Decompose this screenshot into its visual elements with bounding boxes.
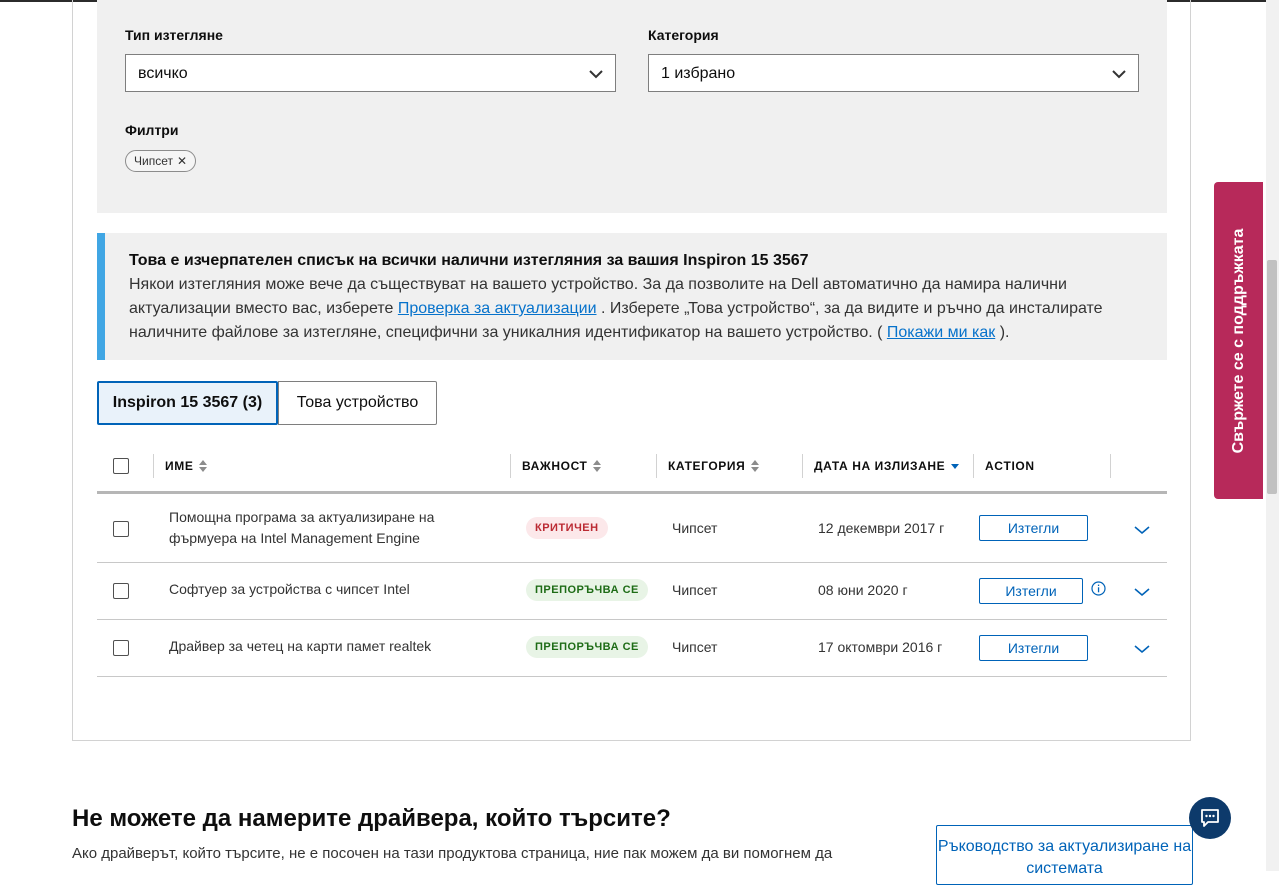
row-name: Драйвер за четец на карти памет realtek: [169, 638, 432, 654]
chevron-down-icon[interactable]: [1134, 525, 1150, 535]
chevron-down-icon[interactable]: [1134, 587, 1150, 597]
chevron-down-icon: [589, 70, 603, 79]
column-divider: [510, 454, 511, 478]
row-name: Софтуер за устройства с чипсет Intel: [169, 581, 410, 597]
sort-icon: [593, 459, 602, 472]
close-icon[interactable]: ✕: [177, 154, 187, 168]
column-divider: [802, 454, 803, 478]
row-date: 17 октомври 2016 г: [818, 639, 943, 655]
filter-panel: [97, 0, 1167, 213]
check-updates-link[interactable]: Проверка за актуализации: [398, 300, 597, 317]
download-button[interactable]: Изтегли: [979, 578, 1083, 604]
row-checkbox[interactable]: [113, 640, 129, 656]
column-header-category[interactable]: КАТЕГОРИЯ: [668, 459, 760, 473]
select-all-checkbox[interactable]: [113, 458, 129, 474]
importance-badge: ПРЕПОРЪЧВА СЕ: [526, 636, 648, 658]
chevron-down-icon[interactable]: [1134, 644, 1150, 654]
importance-badge: ПРЕПОРЪЧВА СЕ: [526, 579, 648, 601]
row-category: Чипсет: [672, 582, 718, 598]
chat-icon: [1201, 809, 1219, 827]
row-checkbox[interactable]: [113, 583, 129, 599]
column-divider: [656, 454, 657, 478]
filters-label: Филтри: [125, 122, 179, 138]
column-header-importance[interactable]: ВАЖНОСТ: [522, 459, 602, 473]
info-title: Това е изчерпателен списък на всички нал…: [129, 252, 809, 269]
row-category: Чипсет: [672, 520, 718, 536]
info-text-part3: ).: [995, 324, 1010, 341]
tab-this-device[interactable]: Това устройство: [278, 381, 437, 425]
row-category: Чипсет: [672, 639, 718, 655]
column-header-action: ACTION: [985, 459, 1035, 473]
cant-find-driver-text: Ако драйверът, който търсите, не е посоч…: [72, 845, 833, 862]
chat-button[interactable]: [1189, 797, 1231, 839]
column-header-release-date[interactable]: ДАТА НА ИЗЛИЗАНЕ: [814, 459, 960, 473]
column-header-importance-label: ВАЖНОСТ: [522, 459, 588, 473]
chevron-down-icon: [1112, 70, 1126, 79]
download-type-label: Тип изтегляне: [125, 27, 223, 43]
system-update-guide-button[interactable]: Ръководство за актуализиране на системат…: [936, 825, 1193, 885]
cant-find-driver-heading: Не можете да намерите драйвера, който тъ…: [72, 805, 671, 832]
show-me-how-link[interactable]: Покажи ми как: [887, 324, 995, 341]
column-divider: [1110, 454, 1111, 478]
info-banner: Това е изчерпателен списък на всички нал…: [97, 233, 1167, 360]
info-text: Някои изтегляния може вече да съществува…: [129, 273, 1143, 345]
category-label: Категория: [648, 27, 719, 43]
contact-support-label: Свържете се с поддръжката: [1229, 228, 1247, 453]
sort-icon: [751, 459, 760, 472]
info-icon[interactable]: [1091, 581, 1106, 596]
column-header-category-label: КАТЕГОРИЯ: [668, 459, 746, 473]
table-row: Драйвер за четец на карти памет realtek …: [97, 620, 1167, 677]
download-type-select[interactable]: всичко: [125, 54, 616, 92]
table-row: Софтуер за устройства с чипсет Intel ПРЕ…: [97, 563, 1167, 620]
row-date: 08 юни 2020 г: [818, 582, 908, 598]
column-header-name[interactable]: ИМЕ: [165, 459, 208, 473]
download-button[interactable]: Изтегли: [979, 635, 1088, 661]
category-select[interactable]: 1 избрано: [648, 54, 1139, 92]
row-date: 12 декември 2017 г: [818, 520, 945, 536]
filter-chip-label: Чипсет: [134, 154, 173, 168]
category-value: 1 избрано: [661, 65, 736, 82]
sort-icon: [199, 459, 208, 472]
table-header: ИМЕ ВАЖНОСТ КАТЕГОРИЯ ДАТА НА ИЗЛИЗАНЕ A…: [97, 444, 1167, 494]
row-name: Помощна програма за актуализиране на фър…: [169, 509, 435, 546]
column-header-release-date-label: ДАТА НА ИЗЛИЗАНЕ: [814, 459, 946, 473]
scrollbar-thumb[interactable]: [1267, 260, 1277, 494]
row-checkbox[interactable]: [113, 521, 129, 537]
contact-support-tab[interactable]: Свържете се с поддръжката: [1214, 182, 1263, 499]
filter-chip-chipset[interactable]: Чипсет ✕: [125, 150, 197, 172]
column-divider: [153, 454, 154, 478]
table-row: Помощна програма за актуализиране на фър…: [97, 494, 1167, 563]
column-divider: [973, 454, 974, 478]
download-type-value: всичко: [138, 65, 188, 82]
download-button[interactable]: Изтегли: [979, 515, 1088, 541]
sort-descending-icon: [951, 463, 960, 469]
importance-badge: КРИТИЧЕН: [526, 517, 608, 539]
tab-product[interactable]: Inspiron 15 3567 (3): [97, 381, 278, 425]
column-header-name-label: ИМЕ: [165, 459, 194, 473]
